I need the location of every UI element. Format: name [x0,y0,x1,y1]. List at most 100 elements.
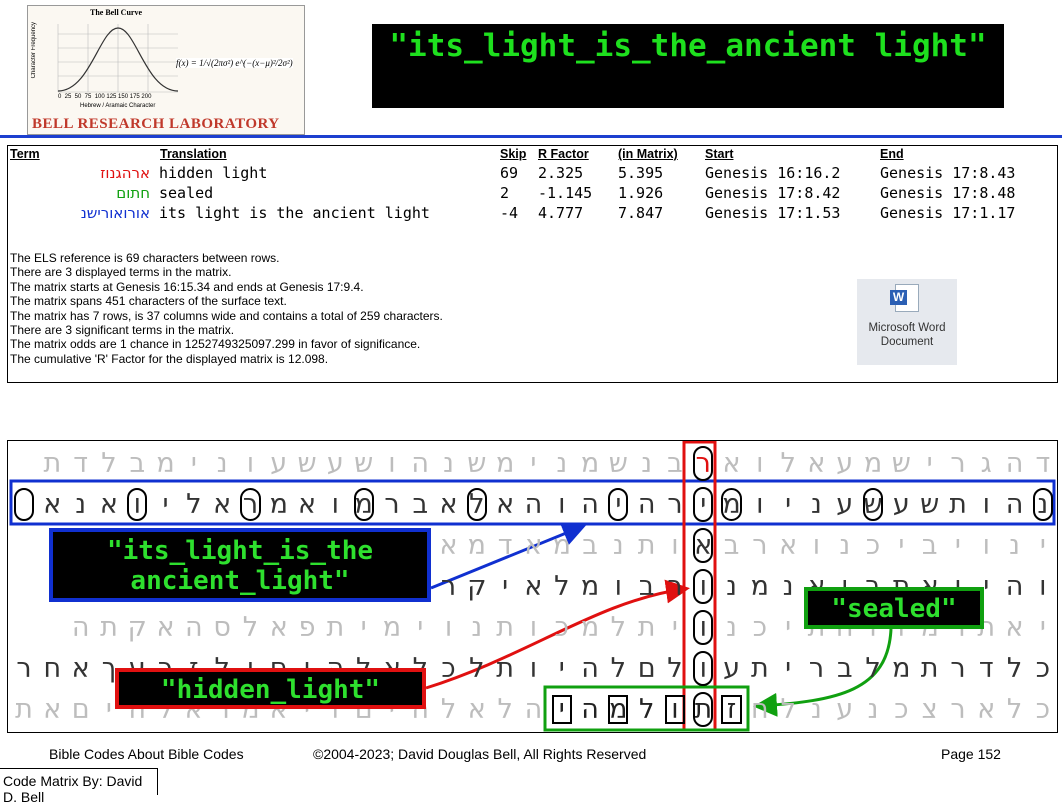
bell-curve-chart-icon [57,24,179,93]
matrix-letter: י [1039,612,1046,643]
term-start: Genesis 17:8.42 [705,184,841,202]
matrix-letter: ב [836,653,853,684]
matrix-letter: ח [751,694,769,725]
matrix-letter: נ [726,571,737,602]
matrix-letter: נ [782,571,794,602]
term-in-matrix: 1.926 [618,184,664,202]
matrix-letter: ל [101,448,117,479]
matrix-letter: ת [637,530,656,561]
matrix-letter: י [530,448,537,479]
term-skip: 2 [500,184,510,202]
term-hebrew: אורואורישנ [80,204,150,222]
word-document-icon[interactable]: W Microsoft Word Document [857,279,957,365]
matrix-letter: ל [554,571,570,602]
letter-square [721,695,742,724]
matrix-letter: ה [1005,571,1024,602]
matrix-letter: מ [552,530,571,561]
header-in-matrix: (in Matrix) [618,147,678,161]
matrix-letter: ד [1035,448,1051,479]
matrix-letter: ה [71,612,90,643]
matrix-letter: ד [978,653,994,684]
logo-y-axis: Character Frequency [31,22,37,79]
matrix-letter: ו [529,653,538,684]
footer-credit: Code Matrix By: David D. Bell [0,768,158,805]
term-rfactor: -1.145 [538,184,593,202]
matrix-letter: א [439,489,458,520]
matrix-letter: מ [863,448,883,479]
matrix-letter: א [977,694,996,725]
matrix-letter: מ [156,448,175,479]
letter-circle [721,488,742,521]
info-line: There are 3 displayed terms in the matri… [10,265,232,280]
matrix-letter: א [99,489,118,520]
matrix-letter: ו [388,448,396,479]
matrix-letter: א [298,489,317,520]
letter-circle [127,488,148,521]
matrix-letter: י [558,653,565,684]
matrix-letter: ו [331,489,340,520]
matrix-letter: נ [726,612,737,643]
term-end: Genesis 17:8.48 [880,184,1016,202]
letter-circle [693,569,714,604]
letter-circle [1032,488,1053,521]
matrix-letter: ת [949,489,967,520]
matrix-letter: א [1005,612,1024,643]
matrix-letter: נ [811,489,822,520]
matrix-letter: א [496,489,515,520]
matrix-letter: כ [554,612,569,643]
matrix-letter: ב [129,448,146,479]
matrix-letter: נ [1009,530,1020,561]
term-hebrew: ארהגנוז [100,164,150,182]
matrix-letter: ש [297,448,317,479]
matrix-letter: ק [467,571,487,602]
matrix-letter: ל [610,653,627,684]
matrix-letter: א [156,612,175,643]
matrix-letter: ת [920,653,939,684]
header-skip: Skip [500,147,527,161]
term-rfactor: 4.777 [538,204,584,222]
matrix-letter: ו [558,489,566,520]
matrix-letter: ע [836,694,854,725]
matrix-letter: ה [1005,448,1024,479]
matrix-letter: ה [1005,489,1024,520]
matrix-letter: מ [892,653,911,684]
matrix-letter: ו [982,489,990,520]
matrix-letter: י [671,612,678,643]
info-line: The matrix spans 451 characters of the s… [10,294,287,309]
matrix-letter: נ [471,612,483,643]
header-translation: Translation [160,147,227,161]
matrix-letter: ב [667,448,683,479]
letter-circle [693,610,714,645]
matrix-letter: מ [580,448,600,479]
matrix-letter: ל [469,653,485,684]
matrix-letter: ו [671,530,679,561]
term-translation: hidden light [159,164,268,182]
matrix-letter: נ [811,694,822,725]
footer-page: Page 152 [941,746,1001,762]
letter-circle [693,487,714,522]
matrix-letter: ה [637,489,656,520]
term-translation: its light is the ancient light [159,204,430,222]
matrix-letter: א [807,448,826,479]
matrix-letter: ע [836,489,854,520]
info-line: The cumulative 'R' Factor for the displa… [10,351,329,366]
logo-x-axis: Hebrew / Aramaic Character [80,103,156,109]
matrix-letter: א [71,653,90,684]
matrix-letter: ת [750,653,769,684]
matrix-letter: ו [1039,571,1047,602]
info-line: There are 3 significant terms in the mat… [10,323,235,337]
matrix-letter: נ [641,448,653,479]
matrix-letter: ל [440,694,457,725]
matrix-letter: ם [637,653,656,684]
matrix-letter: ש [920,489,940,520]
matrix-letter: ה [581,694,599,725]
letter-matrix: דהגרישמעאלוארבנשמנימשנהושעשעונימבלדתנהות… [7,440,1058,733]
word-label-line2: Document [880,336,934,348]
matrix-letter: נ [839,530,851,561]
lab-name: BELL RESEARCH LABORATORY [32,116,280,132]
matrix-letter: א [524,530,543,561]
term-end: Genesis 17:1.17 [880,204,1016,222]
matrix-letter: ל [186,489,202,520]
matrix-letter: ל [610,612,627,643]
word-icon-label: Microsoft Word Document [857,321,957,349]
